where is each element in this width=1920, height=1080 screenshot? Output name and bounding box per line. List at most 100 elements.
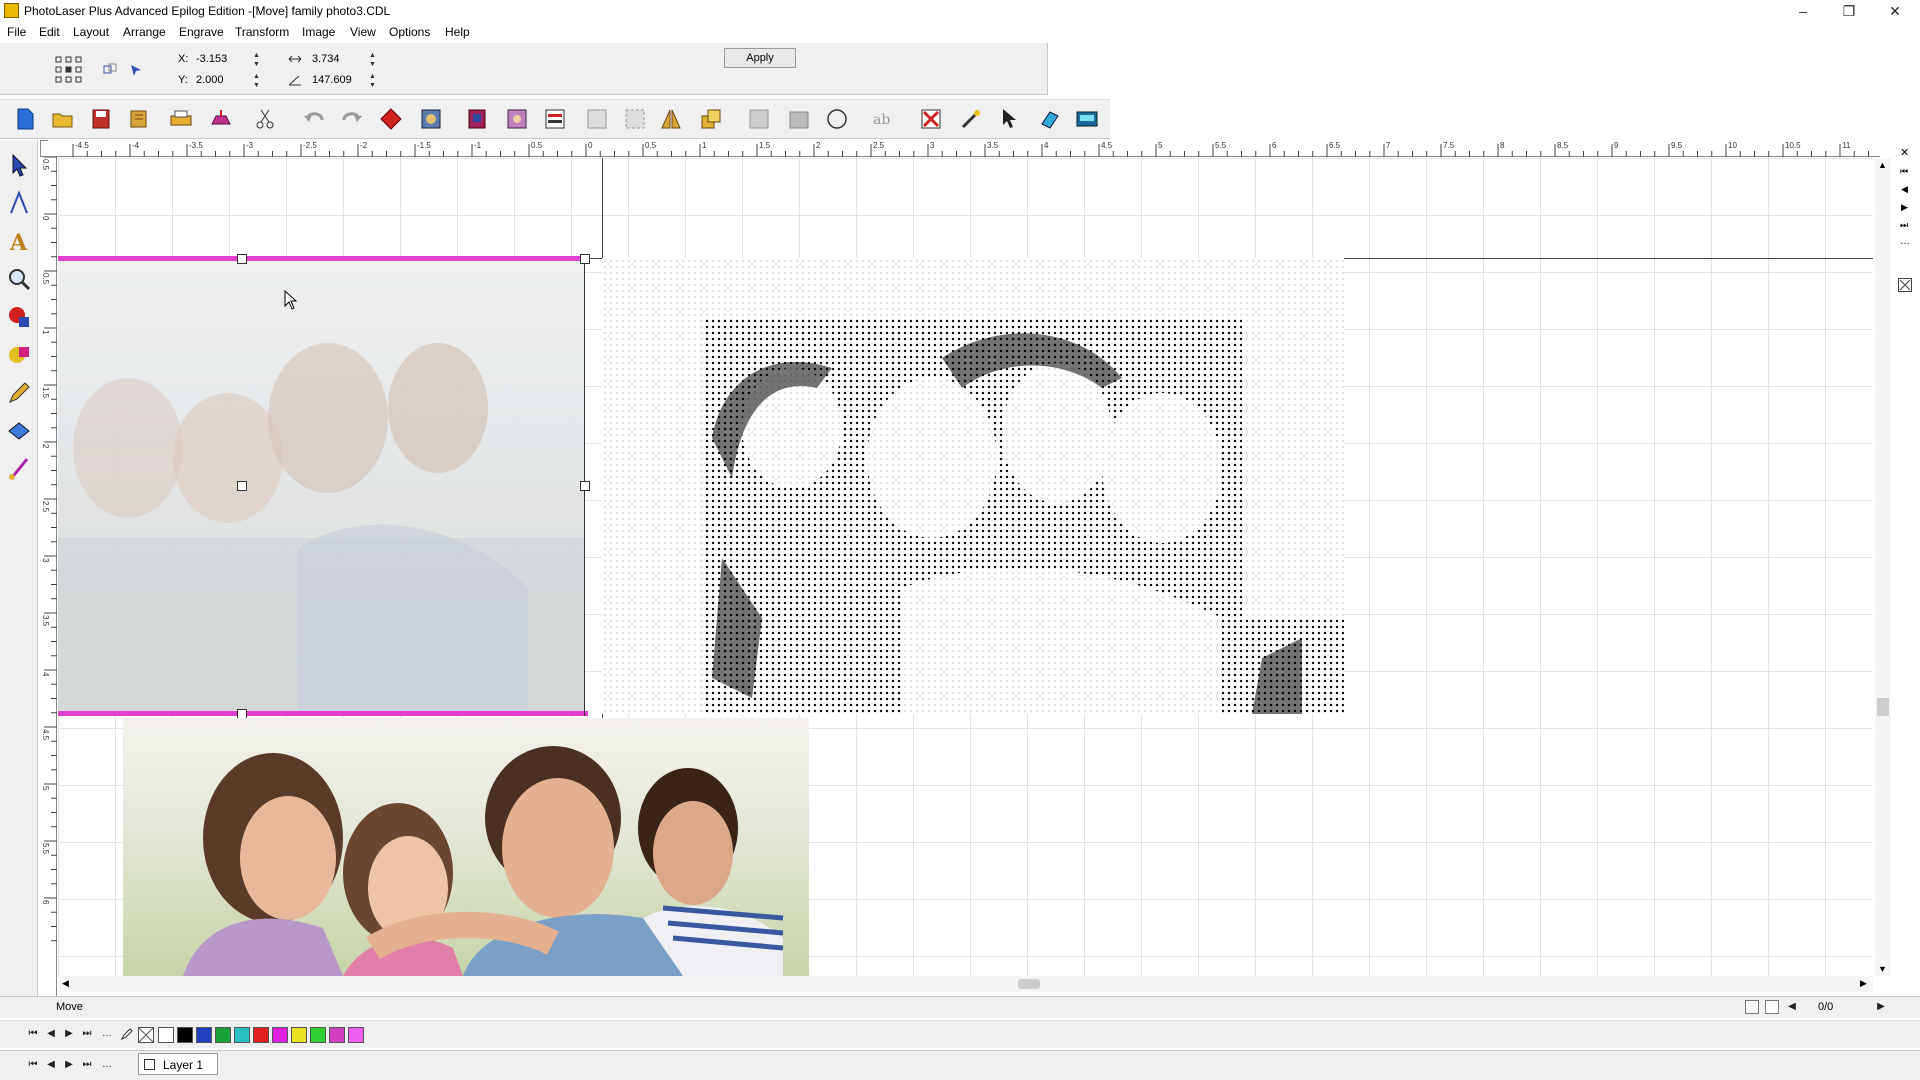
vertical-ruler[interactable]: 0.5 0 0.5 1 1.5 2 2.5 3 3.5 4 4.5 5 5.5 6 — [40, 157, 57, 997]
mirror-icon[interactable] — [658, 106, 684, 132]
family-photo[interactable] — [123, 718, 809, 976]
color-swatch[interactable] — [177, 1027, 193, 1043]
no-color-swatch[interactable] — [138, 1027, 154, 1043]
anchor-grid-icon[interactable] — [54, 55, 84, 85]
page-next-icon[interactable]: ▶ — [1874, 1000, 1888, 1014]
page-setup-icon[interactable] — [1745, 1000, 1759, 1014]
docker-close-icon[interactable]: ✕ — [1900, 146, 1909, 159]
drawing-canvas[interactable] — [58, 158, 1873, 976]
pointer-select-icon[interactable] — [998, 106, 1024, 132]
layer-visibility-checkbox[interactable] — [144, 1059, 155, 1070]
docker-next-icon[interactable]: ▶ — [1901, 202, 1908, 213]
fill-tool-icon[interactable] — [5, 341, 33, 369]
shape-tool-icon[interactable] — [5, 189, 33, 217]
y-field[interactable]: 2.000 — [196, 74, 224, 86]
x-field[interactable]: -3.153 — [196, 53, 227, 65]
ungroup-icon[interactable] — [622, 106, 648, 132]
save-icon[interactable] — [88, 106, 114, 132]
shapes-tool-icon[interactable] — [5, 303, 33, 331]
selection-handle-right[interactable] — [580, 481, 590, 491]
color-swatch[interactable] — [215, 1027, 231, 1043]
menu-file[interactable]: File — [7, 25, 26, 39]
menu-image[interactable]: Image — [302, 25, 335, 39]
layer-next-icon[interactable]: ▶ — [62, 1058, 76, 1072]
combine-icon[interactable] — [746, 106, 772, 132]
y-spin-up-icon[interactable]: ▲ — [252, 72, 261, 81]
photo-tool-icon[interactable] — [504, 106, 530, 132]
zoom-tool-icon[interactable] — [5, 265, 33, 293]
horizontal-scrollbar[interactable]: ◀ ▶ — [58, 976, 1873, 992]
print-icon[interactable] — [168, 106, 194, 132]
brush-tool-icon[interactable] — [5, 455, 33, 483]
palette-prev-icon[interactable]: ◀ — [44, 1027, 58, 1041]
color-swatch[interactable] — [253, 1027, 269, 1043]
layer-tab[interactable]: Layer 1 — [138, 1053, 218, 1075]
page-prev-icon[interactable]: ◀ — [1785, 1000, 1799, 1014]
horizontal-scroll-thumb[interactable] — [1018, 979, 1040, 989]
ruler-tool-icon[interactable] — [5, 417, 33, 445]
palette-more-icon[interactable]: … — [100, 1027, 114, 1041]
menu-arrange[interactable]: Arrange — [123, 25, 166, 39]
laser-settings-icon[interactable] — [1074, 106, 1100, 132]
page-add-icon[interactable] — [1765, 1000, 1779, 1014]
text-fit-icon[interactable]: ab — [870, 106, 896, 132]
vertical-scroll-thumb[interactable] — [1877, 698, 1889, 716]
menu-engrave[interactable]: Engrave — [179, 25, 224, 39]
horizontal-ruler[interactable]: -4.5 -4 -3.5 -3 -2.5 -2 -1.5 -1 0.5 0 0.5 1 1.5 2 2.5 3… — [48, 140, 1880, 157]
layer-more-icon[interactable]: … — [100, 1058, 114, 1072]
object-manager-icon[interactable] — [464, 106, 490, 132]
faded-photo-preview[interactable] — [58, 258, 584, 713]
angle-spin-down-icon[interactable]: ▼ — [368, 81, 377, 90]
apply-button[interactable]: Apply — [724, 48, 796, 68]
color-swatch[interactable] — [348, 1027, 364, 1043]
palette-first-icon[interactable]: ⏮ — [26, 1027, 40, 1041]
vertical-scrollbar[interactable]: ▲ ▼ — [1875, 158, 1891, 976]
palette-next-icon[interactable]: ▶ — [62, 1027, 76, 1041]
laser-icon[interactable] — [208, 106, 234, 132]
scroll-right-icon[interactable]: ▶ — [1860, 978, 1867, 989]
text-tool-icon[interactable]: A — [5, 227, 33, 256]
restore-button[interactable]: ❐ — [1826, 0, 1872, 22]
image-properties-icon[interactable] — [418, 106, 444, 132]
halftone-image[interactable] — [602, 258, 1344, 714]
color-swatch[interactable] — [196, 1027, 212, 1043]
menu-view[interactable]: View — [350, 25, 376, 39]
selection-handle-top[interactable] — [237, 254, 247, 264]
layer-first-icon[interactable]: ⏮ — [26, 1058, 40, 1072]
import-icon[interactable] — [126, 106, 152, 132]
minimize-button[interactable]: – — [1780, 0, 1826, 22]
close-button[interactable]: ✕ — [1872, 0, 1918, 22]
angle-field[interactable]: 147.609 — [312, 74, 352, 86]
pick-tool-icon[interactable] — [5, 151, 33, 179]
angle-spin-up-icon[interactable]: ▲ — [368, 72, 377, 81]
color-swatch[interactable] — [272, 1027, 288, 1043]
undo-icon[interactable] — [302, 106, 328, 132]
color-swatch[interactable] — [310, 1027, 326, 1043]
pencil-tool-icon[interactable] — [5, 379, 33, 407]
selection-bottom-bar[interactable] — [58, 711, 588, 716]
eraser-icon[interactable] — [1036, 106, 1062, 132]
open-folder-icon[interactable] — [50, 106, 76, 132]
y-spin-down-icon[interactable]: ▼ — [252, 81, 261, 90]
wand-icon[interactable] — [958, 106, 984, 132]
docker-first-icon[interactable]: ⏮ — [1900, 166, 1908, 177]
docker-frame-icon[interactable] — [1898, 278, 1912, 292]
delete-nodes-icon[interactable] — [918, 106, 944, 132]
ellipse-icon[interactable] — [824, 106, 850, 132]
scroll-up-icon[interactable]: ▲ — [1878, 160, 1887, 170]
break-apart-icon[interactable] — [786, 106, 812, 132]
width-field[interactable]: 3.734 — [312, 53, 340, 65]
color-swatch[interactable] — [234, 1027, 250, 1043]
scroll-left-icon[interactable]: ◀ — [62, 978, 69, 989]
color-swatch[interactable] — [291, 1027, 307, 1043]
move-handle-icon[interactable] — [128, 62, 144, 78]
new-file-icon[interactable] — [12, 106, 38, 132]
layer-last-icon[interactable]: ⏭ — [80, 1058, 94, 1072]
selection-handle-top-right[interactable] — [580, 254, 590, 264]
palette-pen-icon[interactable] — [120, 1027, 134, 1041]
palette-last-icon[interactable]: ⏭ — [80, 1027, 94, 1041]
relative-position-icon[interactable] — [102, 62, 118, 78]
width-spin-down-icon[interactable]: ▼ — [368, 60, 377, 69]
x-spin-down-icon[interactable]: ▼ — [252, 60, 261, 69]
arrange-icon[interactable] — [698, 106, 724, 132]
